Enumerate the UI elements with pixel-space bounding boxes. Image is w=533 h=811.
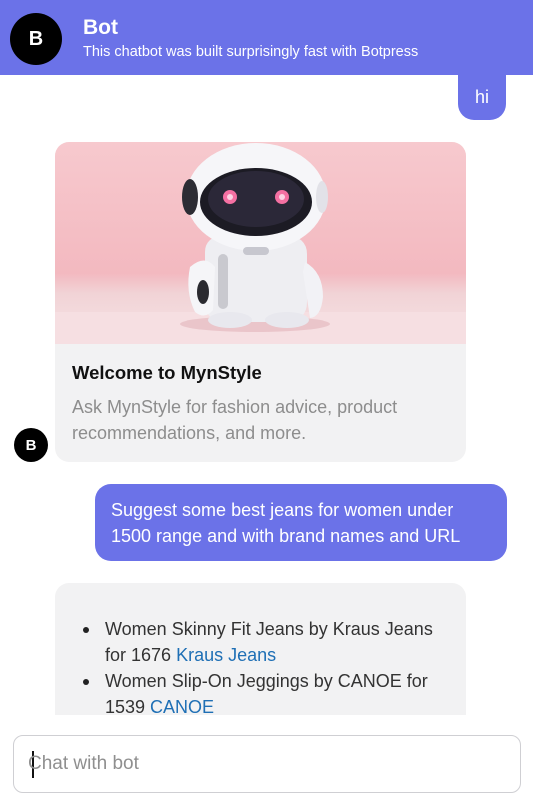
user-query-message: Suggest some best jeans for women under … [95, 484, 507, 561]
bot-message-avatar: B [14, 428, 48, 462]
answer-list: Women Skinny Fit Jeans by Kraus Jeans fo… [83, 616, 435, 715]
bot-name: Bot [83, 16, 118, 39]
chat-input[interactable] [28, 746, 508, 782]
robot-illustration [55, 142, 466, 344]
bot-subtitle: This chatbot was built surprisingly fast… [83, 44, 419, 60]
answer-item-link[interactable]: CANOE [150, 697, 214, 715]
bullet-icon [83, 627, 89, 633]
welcome-card: Welcome to MynStyle Ask MynStyle for fas… [55, 142, 466, 462]
composer-area [0, 715, 533, 811]
bot-avatar: B [10, 13, 62, 65]
list-item: Women Slip-On Jeggings by CANOE for 1539… [83, 668, 435, 715]
chat-header: B Bot This chatbot was built surprisingl… [0, 0, 533, 75]
bot-answer-message: Women Skinny Fit Jeans by Kraus Jeans fo… [55, 583, 466, 715]
user-message: hi [458, 75, 506, 120]
list-item: Women Skinny Fit Jeans by Kraus Jeans fo… [83, 616, 435, 668]
card-description: Ask MynStyle for fashion advice, product… [72, 397, 398, 443]
bullet-icon [83, 679, 89, 685]
message-list[interactable]: hi Welcome to MynStyle Ask MynStyle for … [0, 75, 533, 715]
card-title: Welcome to MynStyle [72, 362, 262, 383]
chat-composer[interactable] [13, 735, 521, 793]
answer-item-link[interactable]: Kraus Jeans [176, 645, 276, 665]
